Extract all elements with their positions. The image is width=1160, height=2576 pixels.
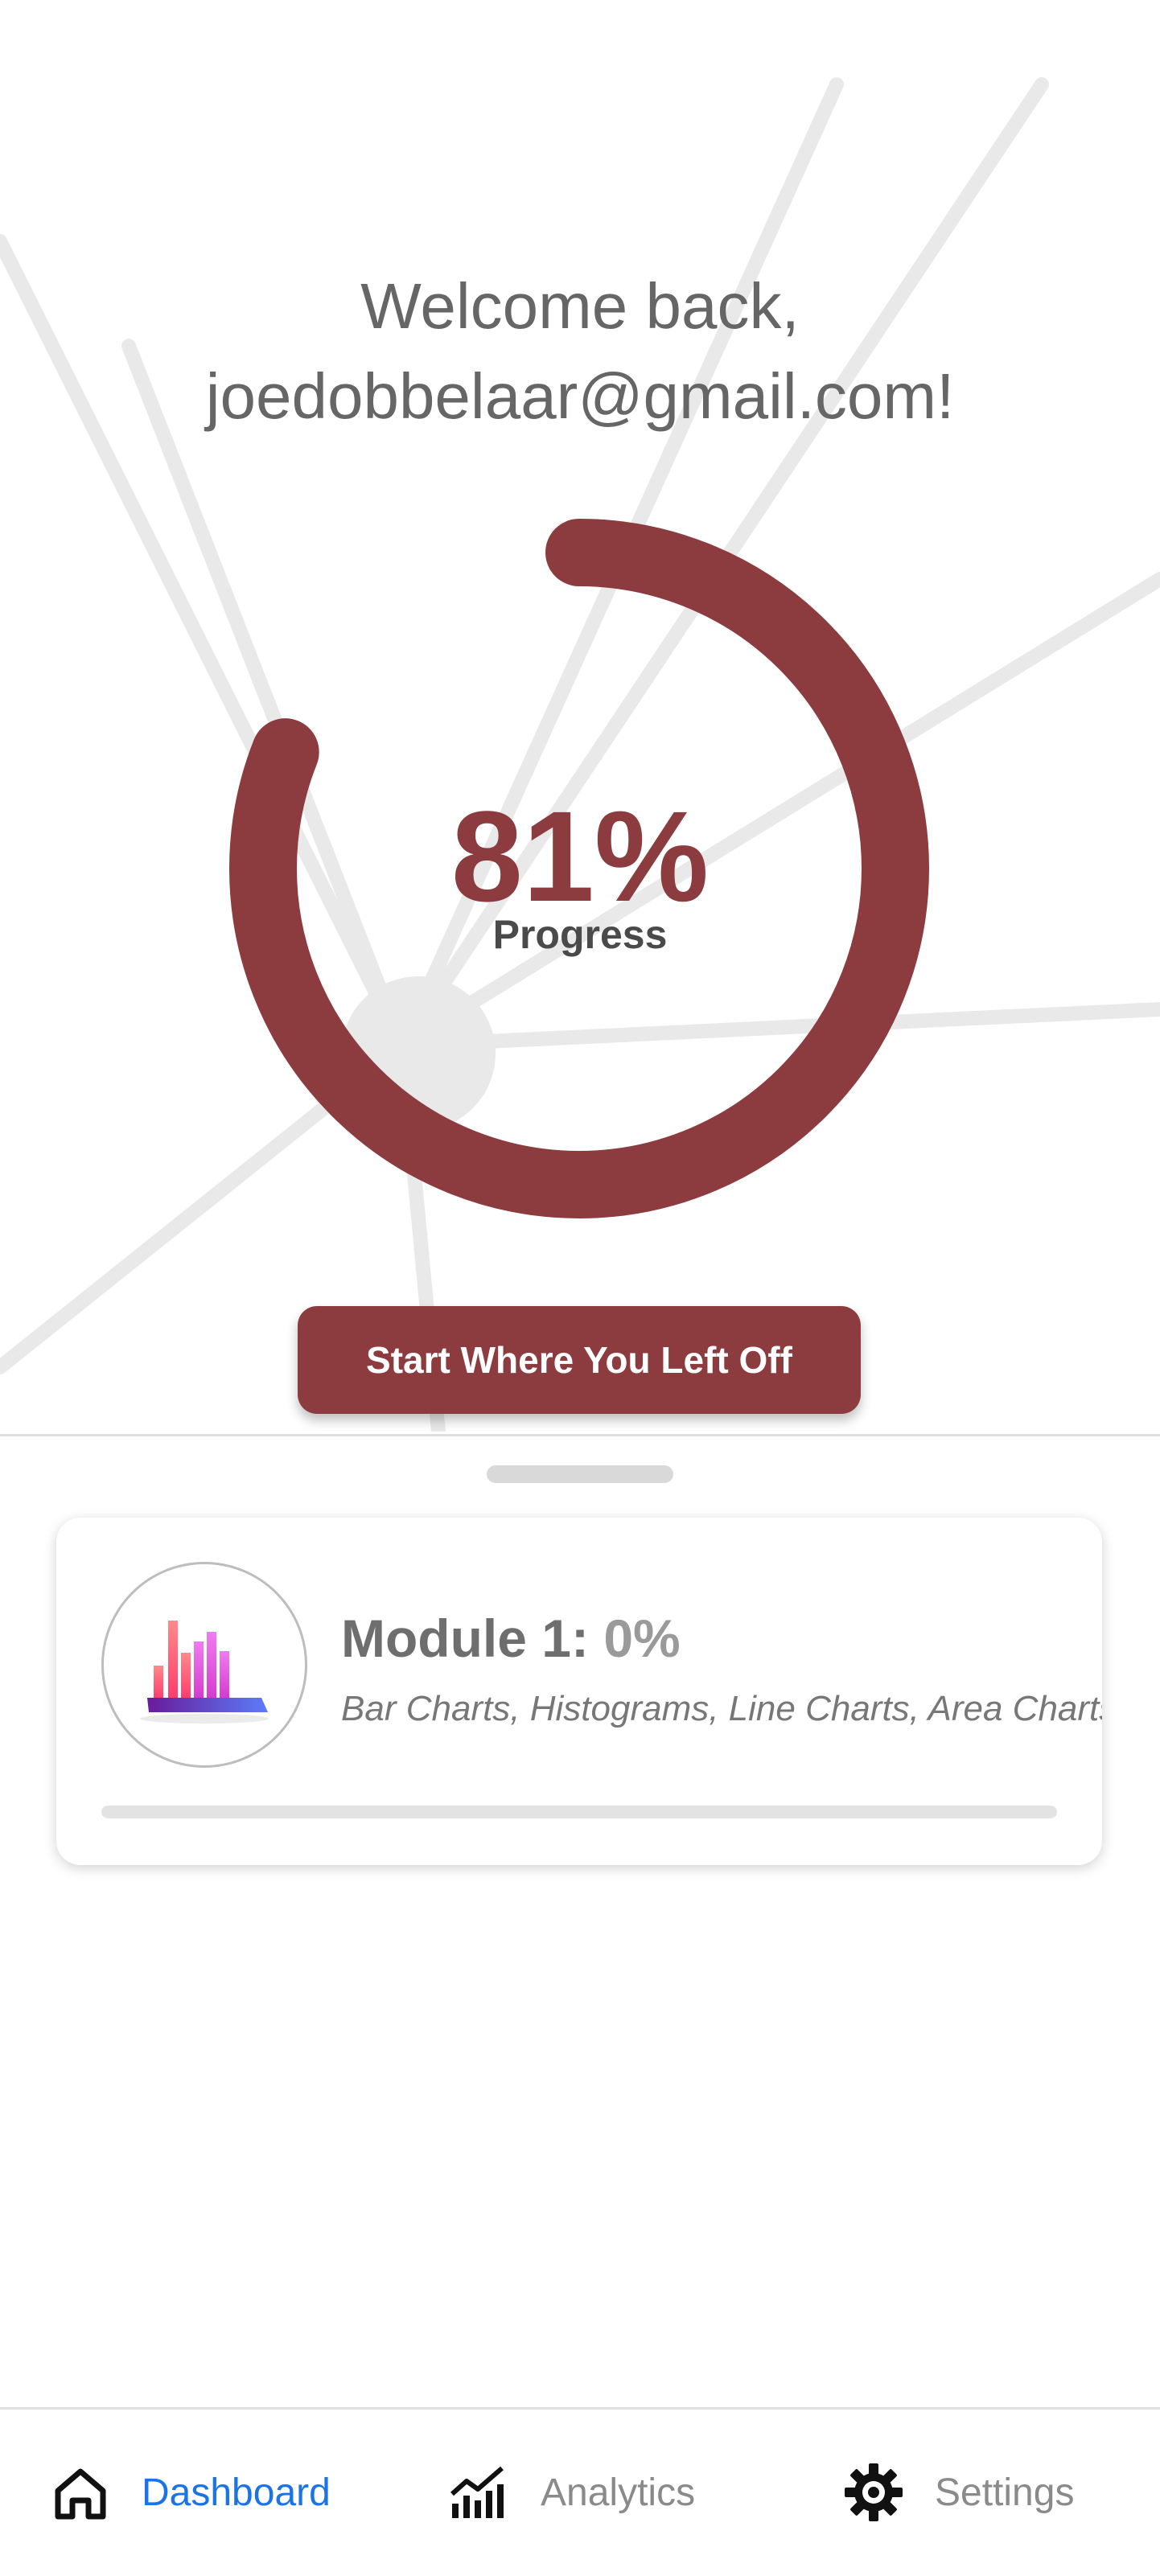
- sheet-drag-handle[interactable]: [487, 1465, 673, 1483]
- gear-icon: [845, 2463, 903, 2521]
- welcome-line: Welcome back,: [360, 270, 800, 342]
- module-description: Bar Charts, Histograms, Line Charts, Are…: [341, 1689, 1102, 1728]
- module-avatar: [101, 1562, 307, 1768]
- bar-chart-3d-icon: [140, 1621, 269, 1723]
- module-name: Module 1:: [341, 1608, 589, 1668]
- sheet-divider: [0, 1434, 1160, 1436]
- module-progress-bar: [101, 1806, 1057, 1818]
- progress-percent: 81%: [450, 784, 710, 928]
- user-email: joedobbelaar@gmail.com!: [205, 360, 955, 432]
- analytics-icon: [450, 2466, 504, 2518]
- nav-label-dashboard: Dashboard: [142, 2471, 331, 2514]
- module-percent: 0%: [603, 1608, 681, 1668]
- home-icon: [55, 2468, 106, 2520]
- nav-item-dashboard[interactable]: Dashboard: [50, 2456, 331, 2529]
- nav-label-analytics: Analytics: [541, 2471, 696, 2514]
- nav-item-settings[interactable]: Settings: [843, 2456, 1074, 2529]
- welcome-heading: Welcome back, joedobbelaar@gmail.com!: [0, 261, 1160, 442]
- module-card[interactable]: Module 1: 0% Bar Charts, Histograms, Lin…: [56, 1518, 1102, 1865]
- nav-item-analytics[interactable]: Analytics: [449, 2456, 695, 2529]
- nav-label-settings: Settings: [935, 2471, 1075, 2514]
- module-title: Module 1: 0%: [341, 1606, 681, 1670]
- start-where-you-left-off-button[interactable]: Start Where You Left Off: [298, 1306, 861, 1414]
- progress-label: Progress: [492, 912, 668, 957]
- bottom-navigation: Dashboard Analytics Settings: [0, 2407, 1160, 2576]
